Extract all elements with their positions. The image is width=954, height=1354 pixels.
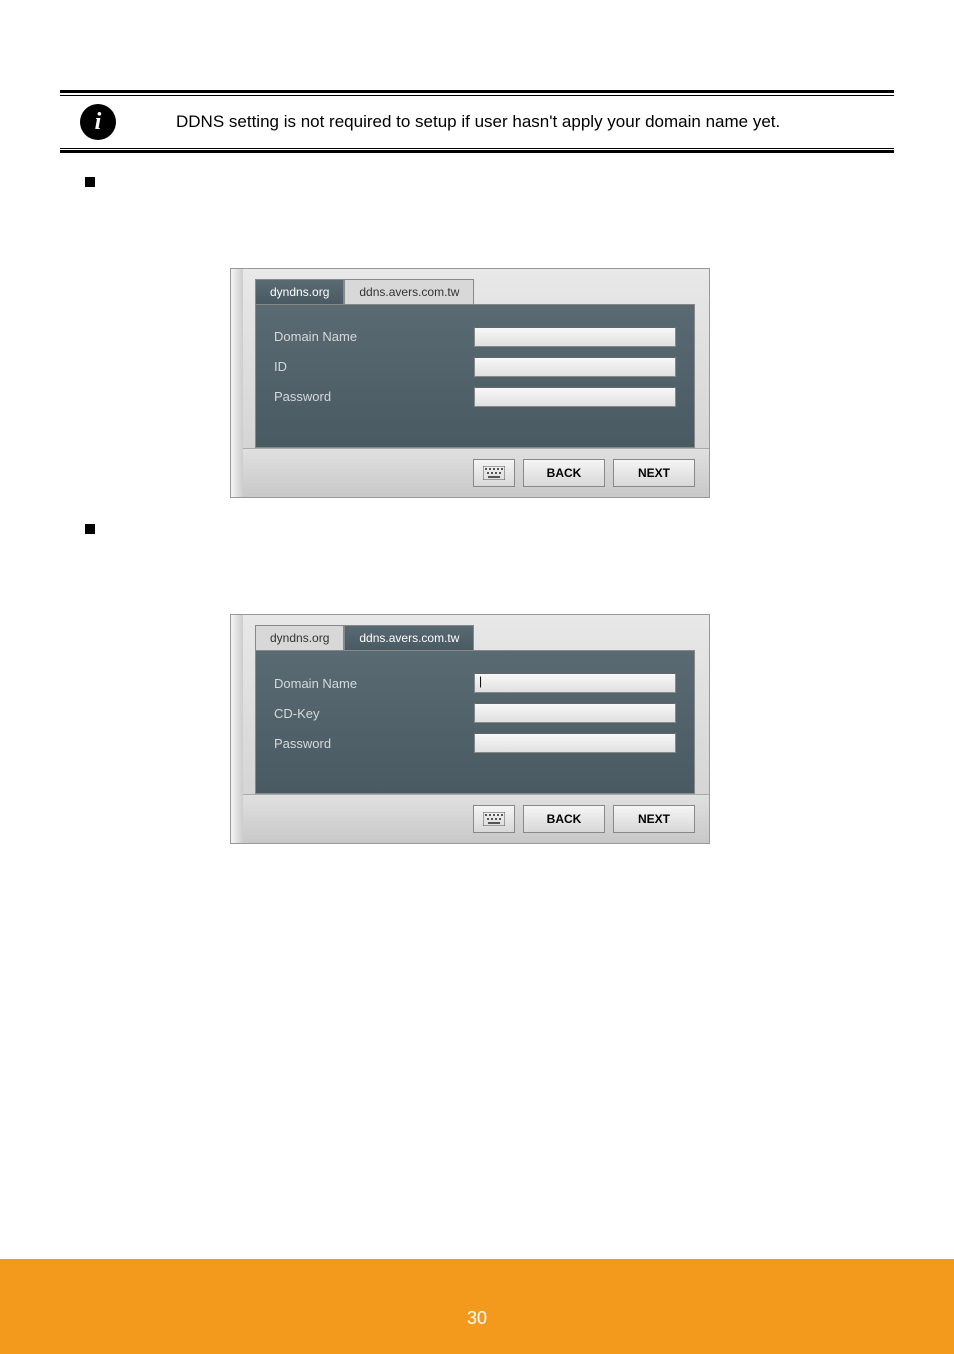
- next-button[interactable]: NEXT: [613, 459, 695, 487]
- label-domain-name: Domain Name: [274, 329, 474, 344]
- info-note-row: i DDNS setting is not required to setup …: [60, 96, 894, 148]
- info-note-text: DDNS setting is not required to setup if…: [176, 112, 780, 132]
- bullet-icon: [85, 524, 95, 534]
- page-number: 30: [0, 1308, 954, 1329]
- label-domain-name: Domain Name: [274, 676, 474, 691]
- input-password[interactable]: [474, 733, 676, 753]
- input-id[interactable]: [474, 357, 676, 377]
- tab-dyndns[interactable]: dyndns.org: [255, 279, 344, 304]
- ddns-dialog-dyndns: dyndns.org ddns.avers.com.tw Domain Name…: [230, 268, 894, 498]
- page-footer: [0, 1259, 954, 1354]
- keyboard-icon[interactable]: [473, 459, 515, 487]
- input-cd-key[interactable]: [474, 703, 676, 723]
- label-password: Password: [274, 389, 474, 404]
- tab-ddns-avers[interactable]: ddns.avers.com.tw: [344, 279, 474, 304]
- info-icon: i: [80, 104, 116, 140]
- tab-ddns-avers[interactable]: ddns.avers.com.tw: [344, 625, 474, 650]
- bullet-icon: [85, 177, 95, 187]
- ddns-dialog-avers: dyndns.org ddns.avers.com.tw Domain Name…: [230, 614, 894, 844]
- next-button[interactable]: NEXT: [613, 805, 695, 833]
- label-id: ID: [274, 359, 474, 374]
- tab-dyndns[interactable]: dyndns.org: [255, 625, 344, 650]
- section2-heading: ddns.avers.com.tw: [113, 518, 894, 538]
- section1-body: Enter the Domain Name, ID (user name), a…: [113, 195, 894, 248]
- label-cd-key: CD-Key: [274, 706, 474, 721]
- input-domain-name[interactable]: [474, 327, 676, 347]
- info-icon-glyph: i: [95, 109, 102, 136]
- input-domain-name[interactable]: |: [474, 673, 676, 693]
- label-password: Password: [274, 736, 474, 751]
- back-button[interactable]: BACK: [523, 805, 605, 833]
- keyboard-icon[interactable]: [473, 805, 515, 833]
- section1-heading: dyndns.org: [113, 171, 894, 191]
- input-password[interactable]: [474, 387, 676, 407]
- section2-body: Enter the Domain Name, CD-Key, and Passw…: [113, 542, 894, 595]
- back-button[interactable]: BACK: [523, 459, 605, 487]
